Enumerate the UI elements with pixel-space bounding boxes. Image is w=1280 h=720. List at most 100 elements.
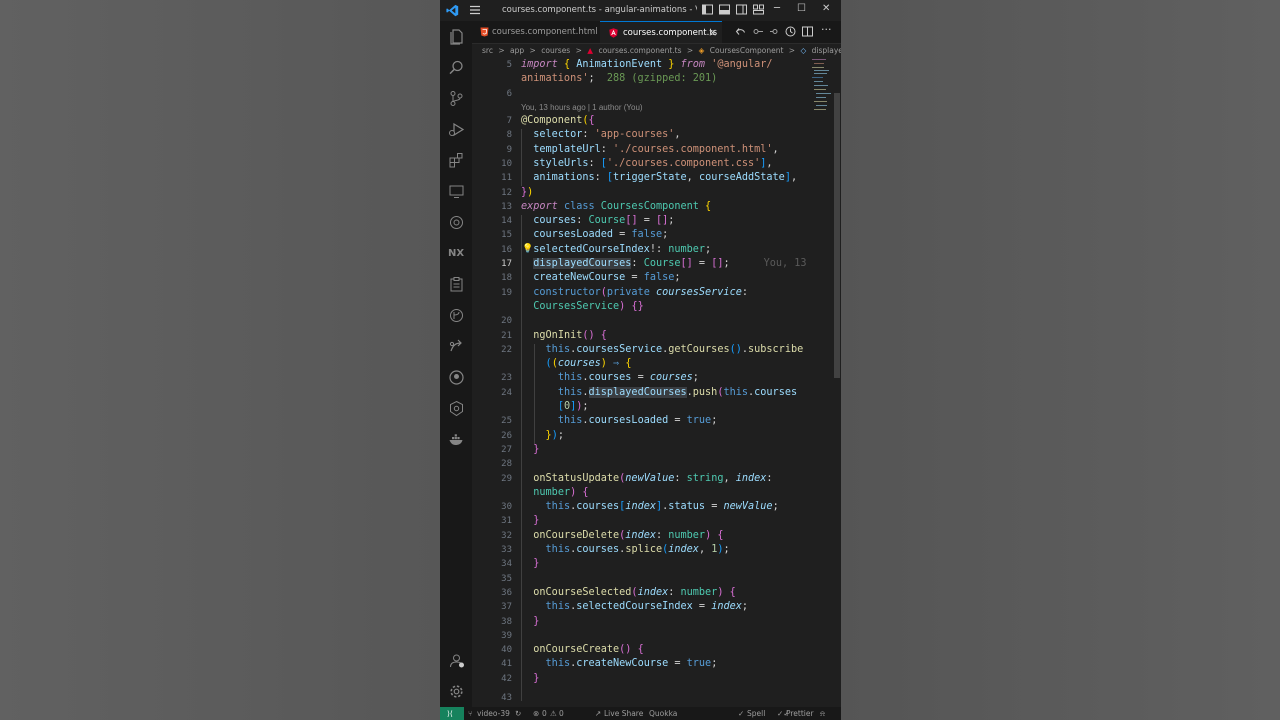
line-number: 18 (501, 273, 512, 284)
check-icon: ✓ (738, 709, 745, 718)
testing-icon[interactable] (448, 214, 465, 231)
code-line: this.courses = courses; (557, 372, 699, 384)
background-right (841, 0, 1280, 720)
line-number: 22 (501, 344, 512, 355)
code-line: ngOnInit() { (533, 329, 607, 341)
codelens-blame[interactable]: You, 13 hours ago | 1 author (You) (521, 103, 643, 112)
toggle-secondary-sidebar-icon[interactable] (736, 4, 747, 15)
line-number: 16 (501, 244, 512, 255)
remote-explorer-icon[interactable] (448, 183, 465, 200)
minimize-button[interactable]: ─ (774, 3, 780, 14)
go-forward-icon[interactable] (769, 26, 780, 37)
code-line: onStatusUpdate(newValue: string, index: (533, 472, 773, 484)
code-line: } (533, 515, 540, 527)
code-line: } (533, 558, 540, 570)
code-line: } (533, 443, 540, 455)
code-line: coursesLoaded = false; (533, 229, 669, 241)
window-title: courses.component.ts - angular-animation… (502, 5, 697, 15)
angular-file-icon: ▲ (587, 46, 594, 55)
warnings-icon[interactable]: ⚠ (550, 707, 557, 720)
line-number: 14 (501, 216, 512, 227)
tab-courses-component-html[interactable]: courses.component.html (472, 21, 600, 43)
line-number: 41 (501, 659, 512, 670)
vertical-scrollbar[interactable] (832, 58, 841, 707)
code-line: onCourseDelete(index: number) { (533, 529, 724, 541)
branch-name[interactable]: video-39 (477, 707, 510, 720)
sync-icon[interactable]: ↻ (515, 707, 521, 720)
activity-bar: NX (440, 21, 472, 707)
live-share-icon[interactable] (448, 338, 465, 355)
remote-indicator[interactable]: ⟩⟨ (440, 707, 464, 720)
settings-gear-icon[interactable] (448, 683, 465, 700)
maximize-button[interactable]: ☐ (797, 3, 806, 14)
tab-close-button[interactable]: × (708, 22, 717, 44)
quokka-status[interactable]: Quokka (649, 707, 677, 720)
breadcrumb-item[interactable]: CoursesComponent (710, 46, 784, 55)
split-changes-icon[interactable] (753, 26, 764, 37)
run-debug-icon[interactable] (448, 121, 465, 138)
timeline-icon[interactable] (785, 26, 796, 37)
breadcrumb-item[interactable]: src (482, 46, 493, 55)
code-line: createNewCourse = false; (533, 272, 681, 284)
breadcrumb-item[interactable]: app (510, 46, 524, 55)
menu-icon[interactable] (469, 4, 481, 16)
errors-count: 0 (542, 709, 547, 718)
split-editor-icon[interactable] (802, 26, 813, 37)
tab-courses-component-ts[interactable]: courses.component.ts × (600, 21, 722, 43)
minimap[interactable] (812, 58, 832, 113)
line-number: 8 (506, 130, 512, 141)
scrollbar-thumb[interactable] (834, 93, 840, 378)
line-number: 30 (501, 502, 512, 513)
breadcrumb-item[interactable]: courses (541, 46, 570, 55)
vscode-logo-icon (446, 4, 459, 17)
code-line: onCourseCreate() { (533, 644, 644, 656)
line-number: 37 (501, 602, 512, 613)
code-line: this.selectedCourseIndex = index; (545, 601, 748, 613)
live-share-status[interactable]: Live Share (604, 707, 643, 720)
close-window-button[interactable]: ✕ (822, 3, 830, 14)
code-line-current: displayedCourses: Course[] = []; You, 13 (533, 258, 807, 269)
code-line: constructor(private coursesService: (533, 286, 748, 298)
breadcrumb-item[interactable]: displayedCourses (812, 46, 841, 55)
background-left (0, 0, 440, 720)
toggle-panel-icon[interactable] (719, 4, 730, 15)
code-line: ((courses) ⇒ { (545, 358, 632, 370)
code-line: }); (545, 429, 564, 441)
more-actions-icon[interactable]: ··· (821, 23, 832, 36)
github-icon[interactable] (448, 369, 465, 386)
git-graph-icon[interactable] (448, 307, 465, 324)
customize-layout-icon[interactable] (753, 4, 764, 15)
code-line: this.coursesLoaded = true; (557, 415, 718, 427)
docker-icon[interactable] (448, 431, 465, 448)
source-control-icon[interactable] (448, 90, 465, 107)
spell-status[interactable]: Spell (747, 707, 765, 720)
prettier-status[interactable]: Prettier (786, 707, 814, 720)
search-icon[interactable] (448, 59, 465, 76)
html-file-icon (480, 27, 489, 37)
line-number: 27 (501, 444, 512, 455)
errors-icon[interactable]: ⊗ (533, 707, 539, 720)
line-number: 39 (501, 630, 512, 641)
explorer-icon[interactable] (448, 28, 465, 45)
lightbulb-icon[interactable]: 💡 (522, 244, 533, 254)
breadcrumb-item[interactable]: courses.component.ts (598, 46, 681, 55)
accounts-icon[interactable] (448, 652, 465, 669)
clipboard-icon[interactable] (448, 276, 465, 293)
toggle-primary-sidebar-icon[interactable] (702, 4, 713, 15)
code-line: styleUrls: ['./courses.component.css'], (533, 157, 773, 169)
vscode-window: courses.component.ts - angular-animation… (440, 0, 841, 720)
title-bar: courses.component.ts - angular-animation… (440, 0, 841, 21)
code-line: }) (521, 186, 534, 198)
code-line: templateUrl: './courses.component.html', (533, 143, 779, 155)
notifications-icon[interactable]: ⍾ (820, 707, 825, 720)
kubernetes-icon[interactable] (448, 400, 465, 417)
code-line: selectedCourseIndex!: number; (533, 243, 712, 255)
go-back-icon[interactable] (735, 26, 746, 37)
line-number: 7 (506, 116, 512, 126)
nx-console-icon[interactable]: NX (448, 245, 465, 262)
code-editor[interactable]: 5 6 7 8 9 10 11 12 13 14 15 16 17 18 19 … (472, 58, 827, 707)
code-line: import { AnimationEvent } from '@angular… (521, 59, 773, 70)
extensions-icon[interactable] (448, 152, 465, 169)
line-number: 6 (506, 89, 512, 99)
line-number: 34 (501, 559, 512, 570)
